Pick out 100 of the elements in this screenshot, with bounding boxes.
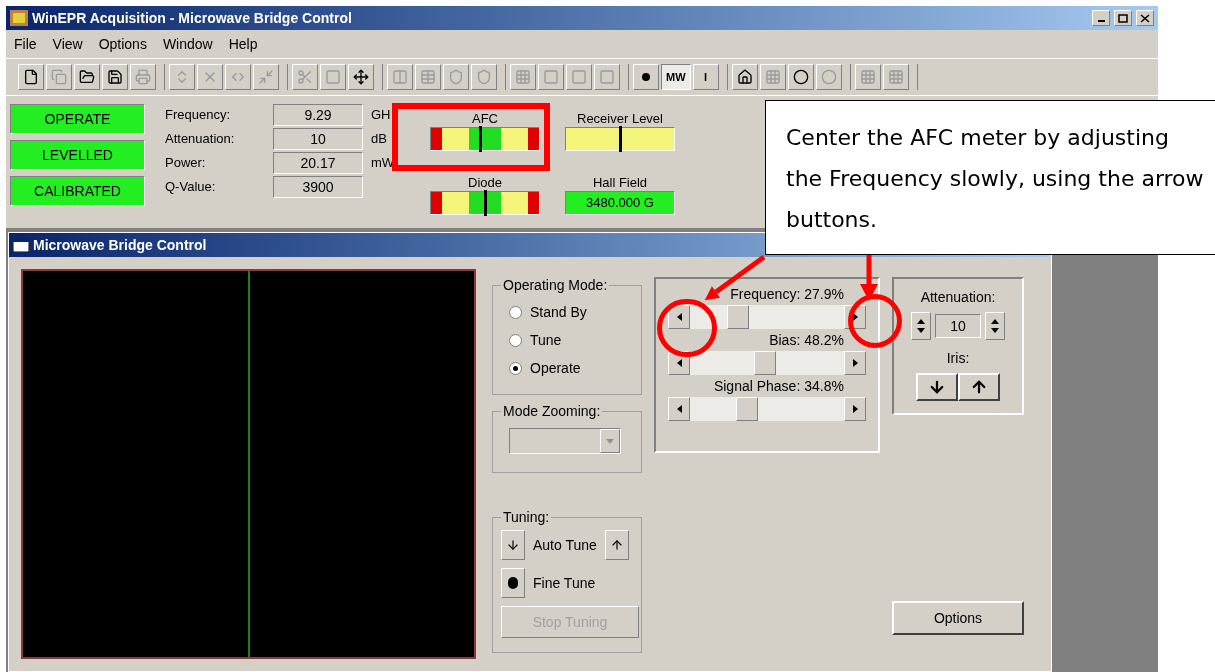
radio-button[interactable]: [509, 361, 522, 375]
auto-tune-label: Auto Tune: [533, 535, 597, 555]
toolbar-button[interactable]: [633, 64, 659, 90]
shrink-icon: [258, 69, 274, 85]
slider-reading: 48.2%: [804, 331, 844, 350]
readout-value: 3900: [273, 176, 363, 198]
minimize-button[interactable]: [1092, 10, 1110, 26]
group-label: Mode Zooming:: [501, 402, 603, 420]
move-icon: [353, 69, 369, 85]
grid-icon: [764, 69, 781, 85]
columns-icon: [392, 69, 408, 85]
meter-label: Receiver Level: [577, 111, 663, 127]
radio-button[interactable]: [509, 333, 522, 347]
right-pointer-arrow: [859, 254, 879, 302]
group-label: Tuning:: [501, 508, 552, 526]
readout-unit: GH: [371, 106, 392, 125]
dropdown-arrow-icon: [606, 438, 614, 444]
close-button[interactable]: [1136, 10, 1154, 26]
hall-field-display: 3480.000 G: [565, 191, 675, 215]
readout-label: Attenuation:: [165, 130, 236, 149]
right-triangle-icon: [852, 359, 858, 367]
readout-unit: dB: [371, 130, 388, 149]
meter-label: AFC: [472, 111, 498, 127]
close-icon: [1140, 13, 1150, 23]
slider-label: Signal Phase:: [713, 377, 801, 396]
iris-label: Iris:: [946, 349, 970, 368]
copy-icon: [51, 69, 67, 85]
toolbar-button[interactable]: I: [692, 64, 719, 90]
tune-up-button[interactable]: [604, 530, 629, 560]
square-icon: [571, 69, 587, 85]
window-icon: [13, 238, 29, 252]
readout-value: 9.29: [273, 104, 363, 126]
toolbar-button[interactable]: [18, 64, 44, 90]
tune-down-button[interactable]: [501, 530, 525, 560]
child-window-title: Microwave Bridge Control: [33, 235, 207, 255]
square-icon: [599, 69, 615, 85]
app-icon: [10, 10, 28, 26]
toolbar-button[interactable]: [787, 64, 814, 90]
printer-icon: [135, 69, 151, 85]
fine-tune-label: Fine Tune: [533, 573, 596, 593]
home-icon: [736, 69, 753, 85]
left-arrow-button[interactable]: [668, 397, 690, 421]
attenuation-label: Attenuation:: [920, 288, 996, 307]
up-down-icon: [990, 318, 1000, 334]
slider-thumb[interactable]: [753, 351, 776, 375]
iris-down-button[interactable]: [916, 373, 958, 401]
menu-item[interactable]: Help: [228, 33, 258, 55]
right-arrow-button[interactable]: [844, 397, 866, 421]
meter-label: Diode: [468, 175, 502, 191]
circle-icon: [820, 69, 837, 85]
spin-button[interactable]: [985, 312, 1005, 340]
slider-thumb[interactable]: [726, 305, 749, 329]
attenuation-field[interactable]: 10: [935, 314, 981, 338]
right-triangle-icon: [852, 405, 858, 413]
radio-button[interactable]: [509, 305, 522, 319]
grid-icon: [887, 69, 904, 85]
callout-text: Center the AFC meter by adjusting the Frequency slowly, using the arrow buttons.: [786, 124, 1205, 234]
readout-label: Frequency:: [165, 106, 232, 125]
square-icon: [543, 69, 559, 85]
left-arrow-button[interactable]: [668, 305, 690, 329]
readout-label: Q-Value:: [165, 178, 217, 197]
slider-label: Frequency:: [730, 285, 801, 304]
left-triangle-icon: [676, 359, 682, 367]
spin-button[interactable]: [911, 312, 931, 340]
shield-icon: [476, 69, 492, 85]
right-arrow-button[interactable]: [844, 351, 866, 375]
group-label: Operating Mode:: [501, 276, 610, 294]
scissors-icon: [297, 69, 313, 85]
up-down-icon: [916, 318, 926, 334]
toolbar-button[interactable]: MW: [661, 64, 691, 90]
slider-reading: 34.8%: [804, 377, 844, 396]
right-triangle-icon: [852, 313, 858, 321]
toolbar-button[interactable]: [731, 64, 758, 90]
maximize-button[interactable]: [1114, 10, 1132, 26]
folder-icon: [79, 69, 95, 85]
iris-up-button[interactable]: [958, 373, 1000, 401]
options-button[interactable]: Options: [892, 601, 1024, 635]
toolbar-button[interactable]: [102, 64, 128, 90]
slider-thumb[interactable]: [735, 397, 758, 421]
meter-label: Hall Field: [592, 175, 648, 191]
menu-item[interactable]: Window: [162, 33, 213, 55]
save-icon: [107, 69, 123, 85]
minimize-icon: [1097, 20, 1105, 22]
menu-item[interactable]: Options: [98, 33, 147, 55]
toolbar-button[interactable]: [348, 64, 374, 90]
down-arrow-icon: [506, 538, 520, 552]
radio-label: Stand By: [530, 302, 587, 322]
left-triangle-icon: [676, 405, 682, 413]
readout-label: Power:: [165, 154, 207, 173]
toolbar-button[interactable]: [74, 64, 100, 90]
fine-tune-button[interactable]: [501, 568, 525, 598]
menu-item[interactable]: View: [52, 33, 83, 55]
menu-item[interactable]: File: [14, 33, 37, 55]
table-icon: [420, 69, 436, 85]
readout-value: 20.17: [273, 152, 363, 174]
status-lamp: OPERATE: [10, 104, 145, 134]
maximize-icon: [1118, 13, 1128, 23]
slider-label: Bias:: [769, 331, 801, 350]
shield-icon: [448, 69, 464, 85]
window-title: WinEPR Acquisition - Microwave Bridge Control: [32, 8, 352, 28]
